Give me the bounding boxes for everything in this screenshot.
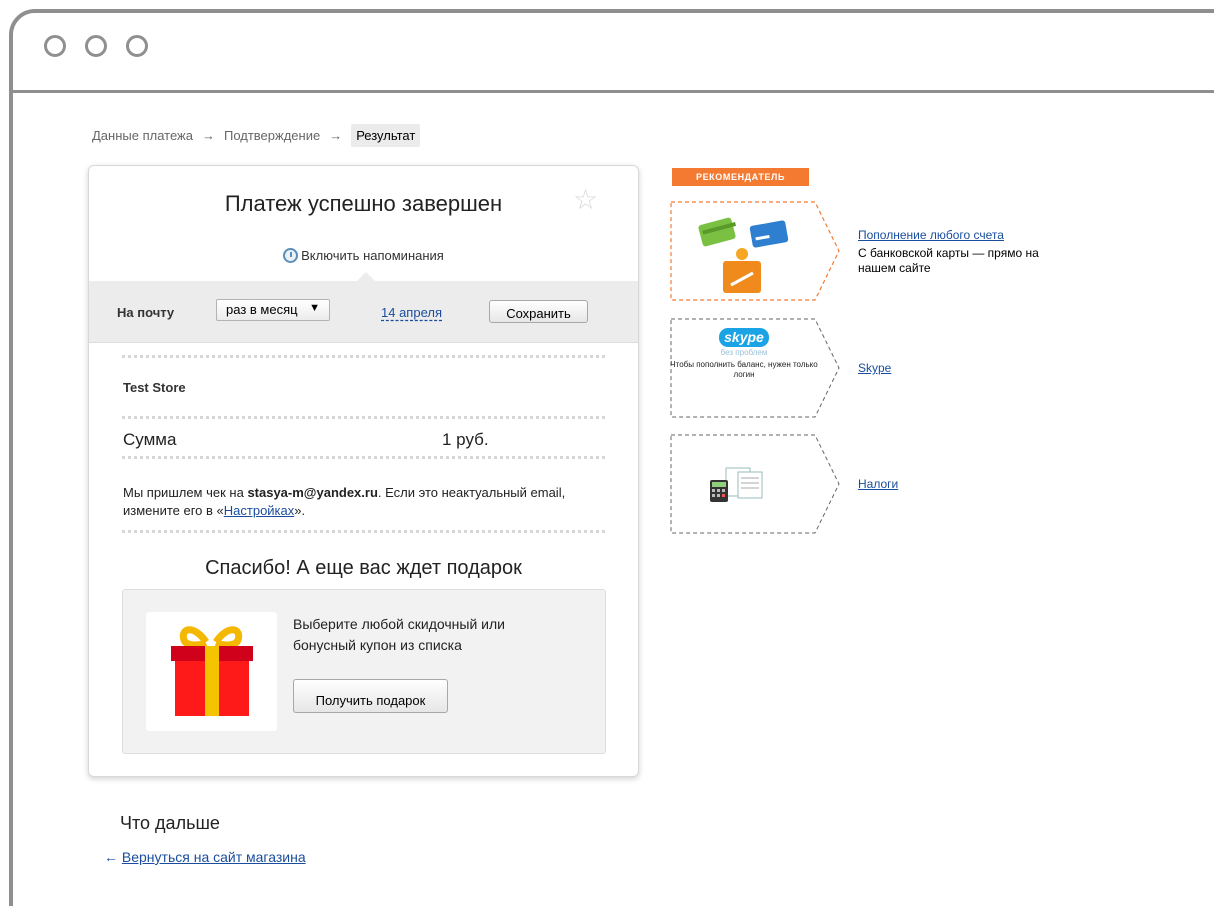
promo-skype-link[interactable]: Skype	[858, 361, 891, 375]
whats-next-heading: Что дальше	[120, 813, 220, 833]
receipt-prefix: Мы пришлем чек на	[123, 485, 248, 500]
promo-taxes-link[interactable]: Налоги	[858, 477, 898, 491]
reminder-bar-pointer	[357, 272, 375, 281]
reminder-frequency-select[interactable]: раз в месяц ▼	[216, 299, 330, 321]
gift-box-icon	[146, 612, 277, 731]
promo-taxes-tile[interactable]	[670, 434, 842, 534]
skype-icon: skype без проблем Чтобы пополнить баланс…	[670, 328, 818, 380]
reminder-settings-bar: На почту раз в месяц ▼ 14 апреля Сохрани…	[89, 281, 638, 343]
gift-description: Выберите любой скидочный или бонусный ку…	[293, 616, 505, 653]
back-to-store-link[interactable]: Вернуться на сайт магазина	[122, 849, 306, 865]
receipt-notice: Мы пришлем чек на stasya-m@yandex.ru. Ес…	[123, 484, 613, 520]
skype-logo: skype	[719, 328, 769, 347]
skype-promo-text: Чтобы пополнить баланс, нужен только лог…	[670, 360, 818, 379]
receipt-email: stasya-m@yandex.ru	[247, 485, 378, 500]
receipt-suffix: ».	[294, 503, 306, 518]
breadcrumb-step-result: Результат	[351, 124, 421, 147]
payment-result-card: Платеж успешно завершен ☆ Включить напом…	[88, 165, 639, 777]
skype-subtitle: без проблем	[720, 348, 768, 357]
get-gift-button[interactable]: Получить подарок	[293, 679, 448, 713]
promo-topup-description: С банковской карты — прямо на нашем сайт…	[858, 246, 1039, 275]
enable-reminders-link[interactable]: Включить напоминания	[89, 248, 638, 263]
breadcrumb-step-payment-data[interactable]: Данные платежа	[92, 128, 193, 143]
favorite-star-icon[interactable]: ☆	[573, 186, 598, 214]
reminder-date-link[interactable]: 14 апреля	[381, 305, 442, 320]
window-titlebar	[13, 13, 1214, 93]
breadcrumb-arrow-icon: →	[329, 128, 343, 143]
calculator-icon	[710, 467, 763, 502]
divider	[122, 530, 605, 533]
arrow-left-icon: ←	[104, 849, 118, 865]
promo-skype-tile[interactable]: skype без проблем Чтобы пополнить баланс…	[670, 318, 842, 418]
promo-topup-tile[interactable]	[670, 201, 842, 301]
reminder-channel-label: На почту	[117, 305, 175, 320]
settings-link[interactable]: Настройках	[224, 503, 295, 518]
wallet-cards-icon	[698, 217, 789, 293]
recommender-badge: РЕКОМЕНДАТЕЛЬ	[672, 168, 809, 186]
alarm-clock-icon	[283, 248, 299, 263]
breadcrumb-arrow-icon: →	[201, 128, 215, 143]
sum-label: Сумма	[123, 430, 177, 449]
window-maximize-button[interactable]	[126, 35, 148, 57]
gift-offer-panel: Выберите любой скидочный или бонусный ку…	[122, 589, 606, 754]
divider	[122, 355, 605, 358]
window-minimize-button[interactable]	[85, 35, 107, 57]
promo-topup-link[interactable]: Пополнение любого счета	[858, 228, 1004, 242]
breadcrumb: Данные платежа → Подтверждение → Результ…	[92, 124, 421, 147]
page-title: Платеж успешно завершен	[224, 191, 503, 216]
reminder-frequency-value: раз в месяц	[226, 302, 298, 317]
sum-value: 1 руб.	[442, 430, 489, 449]
breadcrumb-step-confirmation[interactable]: Подтверждение	[224, 128, 320, 143]
store-name: Test Store	[123, 380, 186, 395]
enable-reminders-label: Включить напоминания	[301, 248, 444, 263]
chevron-down-icon: ▼	[309, 302, 320, 314]
window-close-button[interactable]	[44, 35, 66, 57]
back-to-store[interactable]: ← Вернуться на сайт магазина	[104, 849, 306, 865]
divider	[122, 416, 605, 419]
save-button[interactable]: Сохранить	[489, 300, 588, 323]
divider	[122, 456, 605, 459]
gift-heading: Спасибо! А еще вас ждет подарок	[205, 557, 522, 579]
